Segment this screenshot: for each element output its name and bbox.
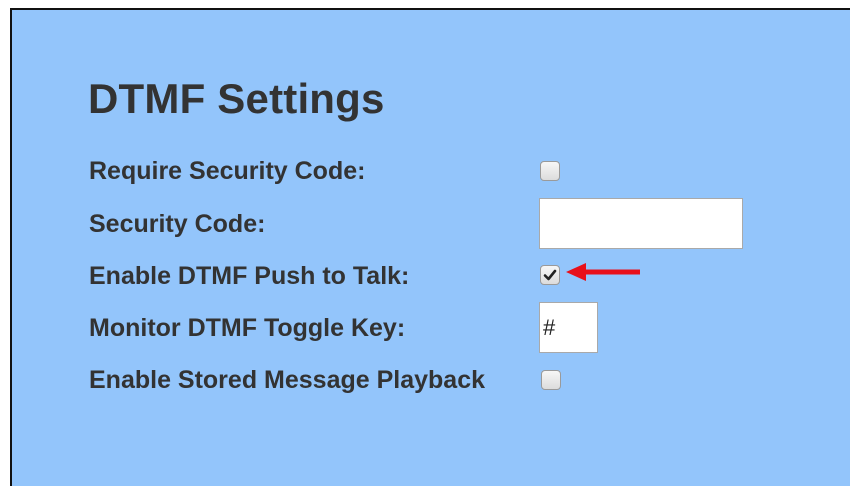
monitor-toggle-key-label: Monitor DTMF Toggle Key: xyxy=(89,314,406,342)
arrow-head xyxy=(566,263,586,281)
monitor-toggle-key-input[interactable] xyxy=(539,302,598,353)
checkmark-icon xyxy=(543,269,557,281)
section-title: DTMF Settings xyxy=(88,75,385,122)
security-code-label: Security Code: xyxy=(89,210,266,238)
require-security-code-checkbox[interactable] xyxy=(540,161,560,181)
stored-message-playback-label: Enable Stored Message Playback xyxy=(89,366,486,394)
security-code-input[interactable] xyxy=(539,198,743,249)
enable-push-to-talk-checkbox[interactable] xyxy=(540,265,560,285)
require-security-code-label: Require Security Code: xyxy=(89,157,366,185)
left-arrow-icon xyxy=(566,263,640,281)
stored-message-playback-checkbox[interactable] xyxy=(541,370,561,390)
enable-push-to-talk-label: Enable DTMF Push to Talk: xyxy=(89,262,410,290)
